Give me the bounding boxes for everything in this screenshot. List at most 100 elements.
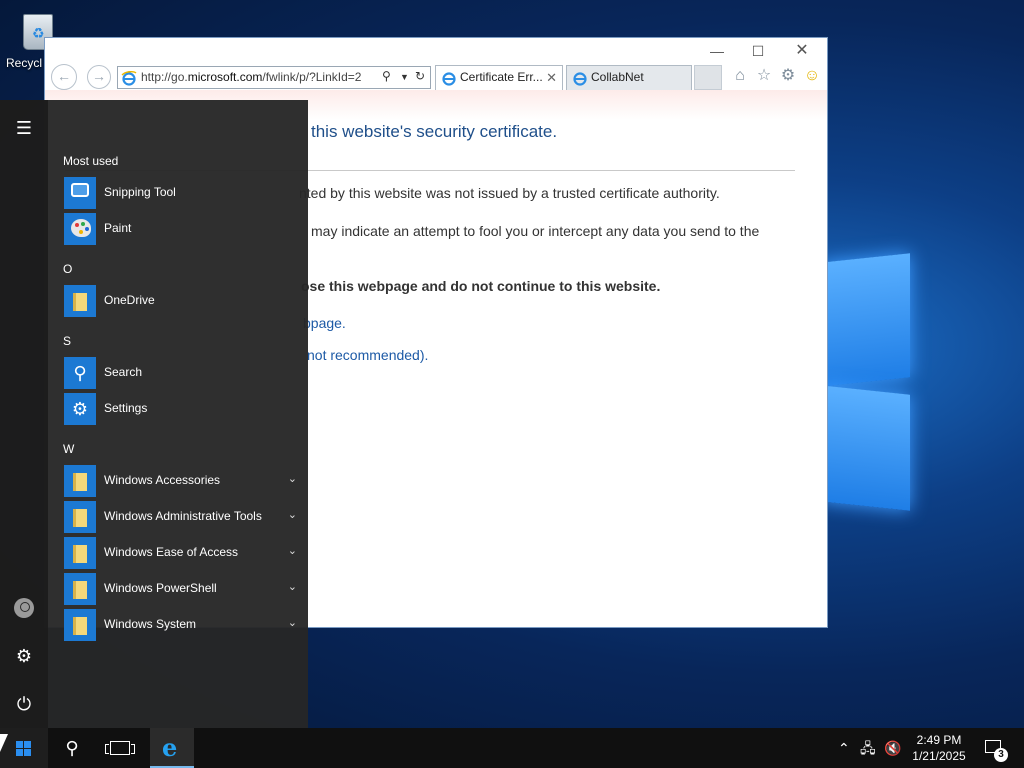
network-icon[interactable]: 🖧 — [860, 728, 882, 768]
windows-icon — [16, 741, 32, 756]
app-settings[interactable]: ⚙ Settings — [63, 392, 303, 426]
power-icon: ⏻ — [16, 694, 32, 714]
tab-label: Certificate Err... — [460, 70, 543, 84]
notification-count-badge: 3 — [994, 748, 1008, 762]
task-view-icon — [105, 741, 135, 755]
folder-windows-powershell[interactable]: Windows PowerShell ⌄ — [63, 572, 303, 606]
page-title: this website's security certificate. — [311, 122, 558, 141]
power-button[interactable]: ⏻ — [0, 682, 48, 726]
search-icon[interactable]: ⚲ — [382, 69, 391, 83]
cert-text-1: nted by this website was not issued by a… — [299, 185, 720, 201]
app-name: Snipping Tool — [104, 185, 176, 199]
app-name: Windows Accessories — [104, 473, 221, 487]
back-button[interactable]: ← — [51, 64, 77, 90]
chevron-down-icon[interactable]: ⌄ — [288, 508, 297, 521]
app-name: OneDrive — [104, 293, 155, 307]
folder-windows-ease-of-access[interactable]: Windows Ease of Access ⌄ — [63, 536, 303, 570]
cert-text-2: may indicate an attempt to fool you or i… — [311, 223, 760, 239]
hamburger-button[interactable]: ☰ — [0, 106, 48, 150]
tab-label: CollabNet — [591, 70, 644, 84]
app-snipping-tool[interactable]: Snipping Tool — [63, 176, 303, 210]
start-rail: ☰ ⚙ ⏻ — [0, 100, 48, 728]
clock[interactable]: 2:49 PM 1/21/2025 — [908, 732, 970, 764]
mouse-cursor — [0, 734, 14, 752]
folder-icon — [64, 537, 96, 569]
app-name: Windows System — [104, 617, 197, 631]
group-header-o[interactable]: O — [63, 262, 72, 276]
settings-button[interactable]: ⚙ — [0, 634, 48, 678]
folder-icon — [64, 609, 96, 641]
refresh-icon[interactable]: ↻ — [415, 69, 425, 83]
close-webpage-link[interactable]: bpage. — [303, 315, 346, 331]
ie-icon — [121, 70, 137, 86]
group-header-s[interactable]: S — [63, 334, 71, 348]
paint-icon — [64, 213, 96, 245]
app-name: Windows Administrative Tools — [104, 509, 262, 523]
chevron-down-icon[interactable]: ⌄ — [288, 472, 297, 485]
dropdown-icon[interactable]: ▼ — [400, 72, 409, 82]
ie-icon — [442, 72, 456, 86]
app-name: Search — [104, 365, 143, 379]
star-icon[interactable]: ☆ — [755, 66, 773, 86]
app-list: Most used Snipping Tool Paint O OneDrive… — [48, 100, 308, 728]
volume-muted-icon[interactable]: 🔇 — [884, 728, 906, 768]
continue-website-link[interactable]: not recommended). — [307, 347, 428, 363]
folder-windows-accessories[interactable]: Windows Accessories ⌄ — [63, 464, 303, 498]
chevron-down-icon[interactable]: ⌄ — [288, 616, 297, 629]
address-bar[interactable]: http://go.microsoft.com/fwlink/p/?LinkId… — [117, 66, 431, 89]
app-search[interactable]: ⚲ Search — [63, 356, 303, 390]
chevron-down-icon[interactable]: ⌄ — [288, 544, 297, 557]
ie-icon — [573, 72, 587, 86]
new-tab-button[interactable] — [694, 65, 722, 90]
smiley-icon[interactable]: ☺ — [803, 66, 821, 86]
app-name: Windows PowerShell — [104, 581, 217, 595]
search-icon: ⚲ — [64, 357, 96, 389]
url-text[interactable]: http://go.microsoft.com/fwlink/p/?LinkId… — [141, 70, 381, 84]
app-name: Windows Ease of Access — [104, 545, 239, 559]
folder-icon — [64, 465, 96, 497]
search-icon: ⚲ — [65, 738, 79, 758]
back-icon: ← — [57, 68, 71, 84]
cert-text-3: ose this webpage and do not continue to … — [301, 278, 661, 294]
ie-icon: e — [162, 733, 178, 762]
taskbar: ⚲ e ⌃ 🖧 🔇 2:49 PM 1/21/2025 3 — [0, 728, 1024, 768]
forward-button[interactable]: → — [87, 65, 111, 89]
group-header-most-used: Most used — [63, 154, 119, 168]
user-icon — [14, 598, 34, 618]
app-paint[interactable]: Paint — [63, 212, 303, 246]
hamburger-icon: ☰ — [15, 118, 33, 138]
ie-titlebar[interactable]: — ☐ ✕ — [45, 38, 827, 64]
clock-time: 2:49 PM — [916, 733, 962, 747]
notification-center-button[interactable]: 3 — [980, 728, 1010, 768]
group-header-w[interactable]: W — [63, 442, 74, 456]
snipping-tool-icon — [64, 177, 96, 209]
app-name: Settings — [104, 401, 148, 415]
app-onedrive[interactable]: OneDrive — [63, 284, 303, 318]
ie-toolbar-icons: ⌂ ☆ ⚙ ☺ — [731, 66, 821, 88]
folder-windows-administrative-tools[interactable]: Windows Administrative Tools ⌄ — [63, 500, 303, 534]
user-button[interactable] — [0, 586, 48, 630]
gear-icon[interactable]: ⚙ — [779, 66, 797, 86]
tab-collabnet[interactable]: CollabNet — [566, 65, 692, 90]
gear-icon: ⚙ — [64, 393, 96, 425]
tray-chevron-up-icon[interactable]: ⌃ — [838, 728, 856, 768]
tab-certificate-error[interactable]: Certificate Err... ✕ — [435, 65, 563, 90]
clock-date: 1/21/2025 — [912, 749, 966, 763]
forward-icon: → — [92, 68, 106, 84]
taskbar-ie-button[interactable]: e — [150, 728, 194, 768]
tab-close-icon[interactable]: ✕ — [546, 66, 557, 89]
folder-windows-system[interactable]: Windows System ⌄ — [63, 608, 303, 642]
minimize-button[interactable]: — — [704, 42, 730, 62]
task-view-button[interactable] — [96, 728, 144, 768]
app-name: Paint — [104, 221, 132, 235]
home-icon[interactable]: ⌂ — [731, 66, 749, 86]
maximize-button[interactable]: ☐ — [745, 42, 771, 62]
taskbar-search-button[interactable]: ⚲ — [48, 728, 96, 768]
chevron-down-icon[interactable]: ⌄ — [288, 580, 297, 593]
close-button[interactable]: ✕ — [789, 42, 815, 62]
windows-wallpaper-logo — [820, 250, 915, 520]
folder-icon — [64, 573, 96, 605]
start-menu: ☰ ⚙ ⏻ Most used Snipping Tool Paint O On… — [0, 100, 308, 728]
ie-navbar: ← → http://go.microsoft.com/fwlink/p/?Li… — [45, 64, 827, 90]
gear-icon: ⚙ — [15, 646, 33, 666]
